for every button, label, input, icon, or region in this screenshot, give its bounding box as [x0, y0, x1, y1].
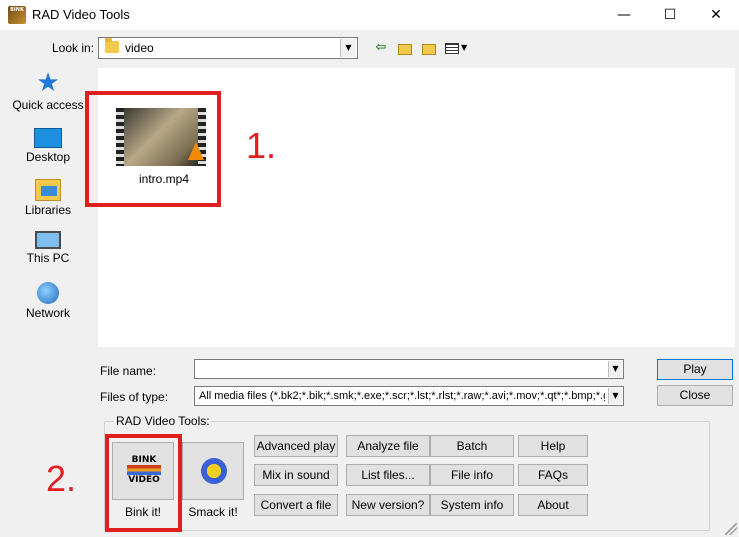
desktop-icon — [34, 128, 62, 148]
highlight-box-bink — [105, 434, 182, 532]
filetype-label: Files of type: — [100, 390, 169, 404]
analyze-file-button[interactable]: Analyze file — [346, 435, 430, 457]
place-libraries[interactable]: Libraries — [12, 176, 84, 226]
place-this-pc[interactable]: This PC — [12, 228, 84, 278]
mix-in-sound-button[interactable]: Mix in sound — [254, 464, 338, 486]
place-quick-access[interactable]: ★ Quick access — [12, 70, 84, 120]
place-label: Libraries — [24, 203, 72, 217]
place-desktop[interactable]: Desktop — [12, 124, 84, 174]
smack-it-button[interactable] — [182, 442, 244, 500]
list-files-button[interactable]: List files... — [346, 464, 430, 486]
filename-input[interactable]: ▼ — [194, 359, 624, 379]
view-menu-icon[interactable]: ▼ — [443, 39, 469, 57]
step-marker-1: 1. — [246, 125, 277, 166]
up-folder-icon[interactable] — [396, 39, 414, 57]
back-arrow-icon[interactable]: ⇦ — [372, 39, 390, 57]
new-folder-icon[interactable] — [420, 39, 438, 57]
place-label: This PC — [26, 251, 70, 265]
chevron-down-icon[interactable]: ▼ — [340, 39, 356, 57]
chevron-down-icon[interactable]: ▼ — [608, 388, 622, 404]
highlight-box-file — [85, 91, 221, 207]
window-title: RAD Video Tools — [32, 7, 130, 22]
minimize-button[interactable]: — — [601, 0, 647, 30]
maximize-button[interactable]: ☐ — [647, 0, 693, 30]
convert-file-button[interactable]: Convert a file — [254, 494, 338, 516]
advanced-play-button[interactable]: Advanced play — [254, 435, 338, 457]
resize-grip[interactable] — [725, 523, 737, 535]
bink-app-icon: BINK — [8, 6, 26, 24]
star-icon: ★ — [36, 68, 60, 98]
place-label: Desktop — [25, 150, 71, 164]
lookin-dropdown[interactable]: video ▼ — [98, 37, 358, 59]
batch-button[interactable]: Batch — [430, 435, 514, 457]
libraries-icon — [35, 179, 61, 201]
lookin-value: video — [125, 41, 154, 55]
filetype-select[interactable]: All media files (*.bk2;*.bik;*.smk;*.exe… — [194, 386, 624, 406]
help-button[interactable]: Help — [518, 435, 588, 457]
smack-it-label: Smack it! — [188, 505, 238, 519]
about-button[interactable]: About — [518, 494, 588, 516]
folder-icon — [105, 38, 119, 53]
play-button[interactable]: Play — [657, 359, 733, 380]
network-icon — [37, 282, 59, 304]
system-info-button[interactable]: System info — [430, 494, 514, 516]
place-label: Quick access — [12, 98, 84, 112]
place-label: Network — [25, 306, 70, 320]
faqs-button[interactable]: FAQs — [518, 464, 588, 486]
chevron-down-icon[interactable]: ▼ — [608, 361, 622, 377]
smacker-logo-icon — [197, 455, 231, 487]
tools-group-label: RAD Video Tools: — [114, 414, 212, 428]
new-version-button[interactable]: New version? — [346, 494, 430, 516]
filename-label: File name: — [100, 364, 157, 378]
filetype-value: All media files (*.bk2;*.bik;*.smk;*.exe… — [199, 390, 605, 402]
lookin-label: Look in: — [52, 41, 95, 55]
title-bar: BINK RAD Video Tools — ☐ ✕ — [0, 0, 739, 30]
close-button[interactable]: Close — [657, 385, 733, 406]
file-info-button[interactable]: File info — [430, 464, 514, 486]
place-network[interactable]: Network — [12, 280, 84, 330]
computer-icon — [35, 231, 61, 249]
close-window-button[interactable]: ✕ — [693, 0, 739, 30]
step-marker-2: 2. — [46, 458, 77, 499]
